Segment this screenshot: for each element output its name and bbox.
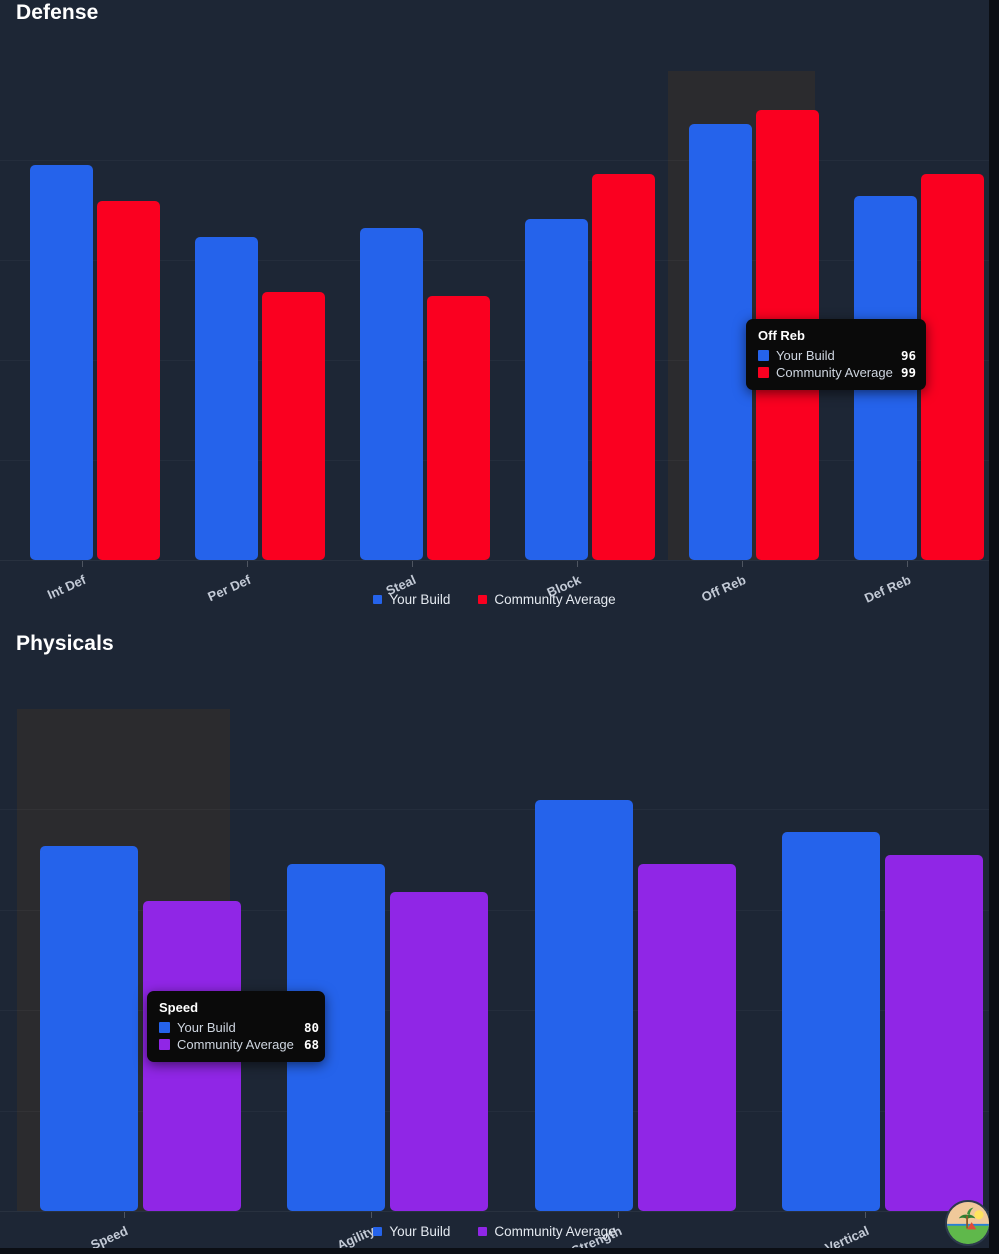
x-axis-tick [124, 1212, 125, 1218]
legend-label: Your Build [389, 1224, 451, 1239]
bar-agility-community-average[interactable] [390, 892, 488, 1211]
bar-strength-community-average[interactable] [638, 864, 736, 1211]
x-axis-tick [371, 1212, 372, 1218]
legend-item-community-average[interactable]: Community Average [478, 592, 616, 607]
bar-steal-your-build[interactable] [360, 228, 423, 560]
tooltip-series-label: Your Build [776, 348, 835, 363]
physicals-legend[interactable]: Your Build Community Average [0, 1224, 989, 1239]
island-avatar-icon [947, 1202, 989, 1244]
x-axis-tick [412, 561, 413, 567]
legend-swatch-icon [373, 595, 383, 604]
bar-per-def-your-build[interactable] [195, 237, 258, 560]
bar-steal-community-average[interactable] [427, 296, 490, 560]
tooltip-swatch-community-average [159, 1039, 170, 1050]
x-axis-tick [907, 561, 908, 567]
gridline [0, 809, 989, 810]
axis-baseline [0, 560, 989, 561]
legend-item-your-build[interactable]: Your Build [373, 1224, 450, 1239]
legend-label: Community Average [494, 1224, 616, 1239]
defense-plot-area [0, 60, 989, 561]
page-title-physicals: Physicals [16, 632, 114, 655]
x-axis-tick [865, 1212, 866, 1218]
axis-baseline [0, 1211, 989, 1212]
tooltip-series-label: Community Average [177, 1037, 294, 1052]
x-axis-tick [577, 561, 578, 567]
bar-off-reb-your-build[interactable] [689, 124, 752, 560]
tooltip-series-label: Your Build [177, 1020, 236, 1035]
bar-per-def-community-average[interactable] [262, 292, 325, 560]
legend-swatch-icon [373, 1227, 383, 1236]
physicals-bar-chart[interactable]: Speed Agility Strength Vertical [0, 668, 989, 1248]
legend-label: Community Average [494, 592, 616, 607]
tooltip-title: Speed [159, 1000, 199, 1015]
legend-item-your-build[interactable]: Your Build [373, 592, 450, 607]
legend-item-community-average[interactable]: Community Average [478, 1224, 616, 1239]
legend-swatch-icon [478, 595, 488, 604]
bar-int-def-your-build[interactable] [30, 165, 93, 560]
bar-int-def-community-average[interactable] [97, 201, 160, 560]
tooltip-swatch-community-average [758, 367, 769, 378]
tooltip-series-value: 99 [901, 365, 917, 380]
tooltip-row: Community Average 99 [758, 365, 917, 380]
x-axis-tick [618, 1212, 619, 1218]
physicals-tooltip: Speed Your Build 80 Community Average 68 [147, 991, 325, 1062]
defense-legend[interactable]: Your Build Community Average [0, 592, 989, 607]
tooltip-row: Your Build 80 [159, 1020, 319, 1035]
physicals-plot-area [0, 709, 989, 1212]
tooltip-row: Your Build 96 [758, 348, 917, 363]
tooltip-title: Off Reb [758, 328, 805, 343]
page-title-defense: Defense [16, 1, 99, 24]
tooltip-swatch-your-build [159, 1022, 170, 1033]
tooltip-swatch-your-build [758, 350, 769, 361]
tooltip-series-value: 96 [901, 348, 917, 363]
x-axis-tick [82, 561, 83, 567]
legend-label: Your Build [389, 592, 451, 607]
defense-tooltip: Off Reb Your Build 96 Community Average … [746, 319, 926, 390]
bar-vertical-community-average[interactable] [885, 855, 983, 1211]
x-axis-tick [247, 561, 248, 567]
bar-def-reb-community-average[interactable] [921, 174, 984, 560]
gridline [0, 160, 989, 161]
bar-block-community-average[interactable] [592, 174, 655, 560]
avatar[interactable] [945, 1200, 989, 1246]
tooltip-row: Community Average 68 [159, 1037, 319, 1052]
bar-strength-your-build[interactable] [535, 800, 633, 1211]
tooltip-series-label: Community Average [776, 365, 893, 380]
tooltip-series-value: 80 [304, 1020, 320, 1035]
x-axis-tick [742, 561, 743, 567]
bar-speed-your-build[interactable] [40, 846, 138, 1211]
tooltip-series-value: 68 [304, 1037, 320, 1052]
legend-swatch-icon [478, 1227, 488, 1236]
build-comparison-page: Defense Int Def Per Def Steal Block Off Reb D… [0, 0, 989, 1248]
bar-block-your-build[interactable] [525, 219, 588, 560]
bar-vertical-your-build[interactable] [782, 832, 880, 1211]
